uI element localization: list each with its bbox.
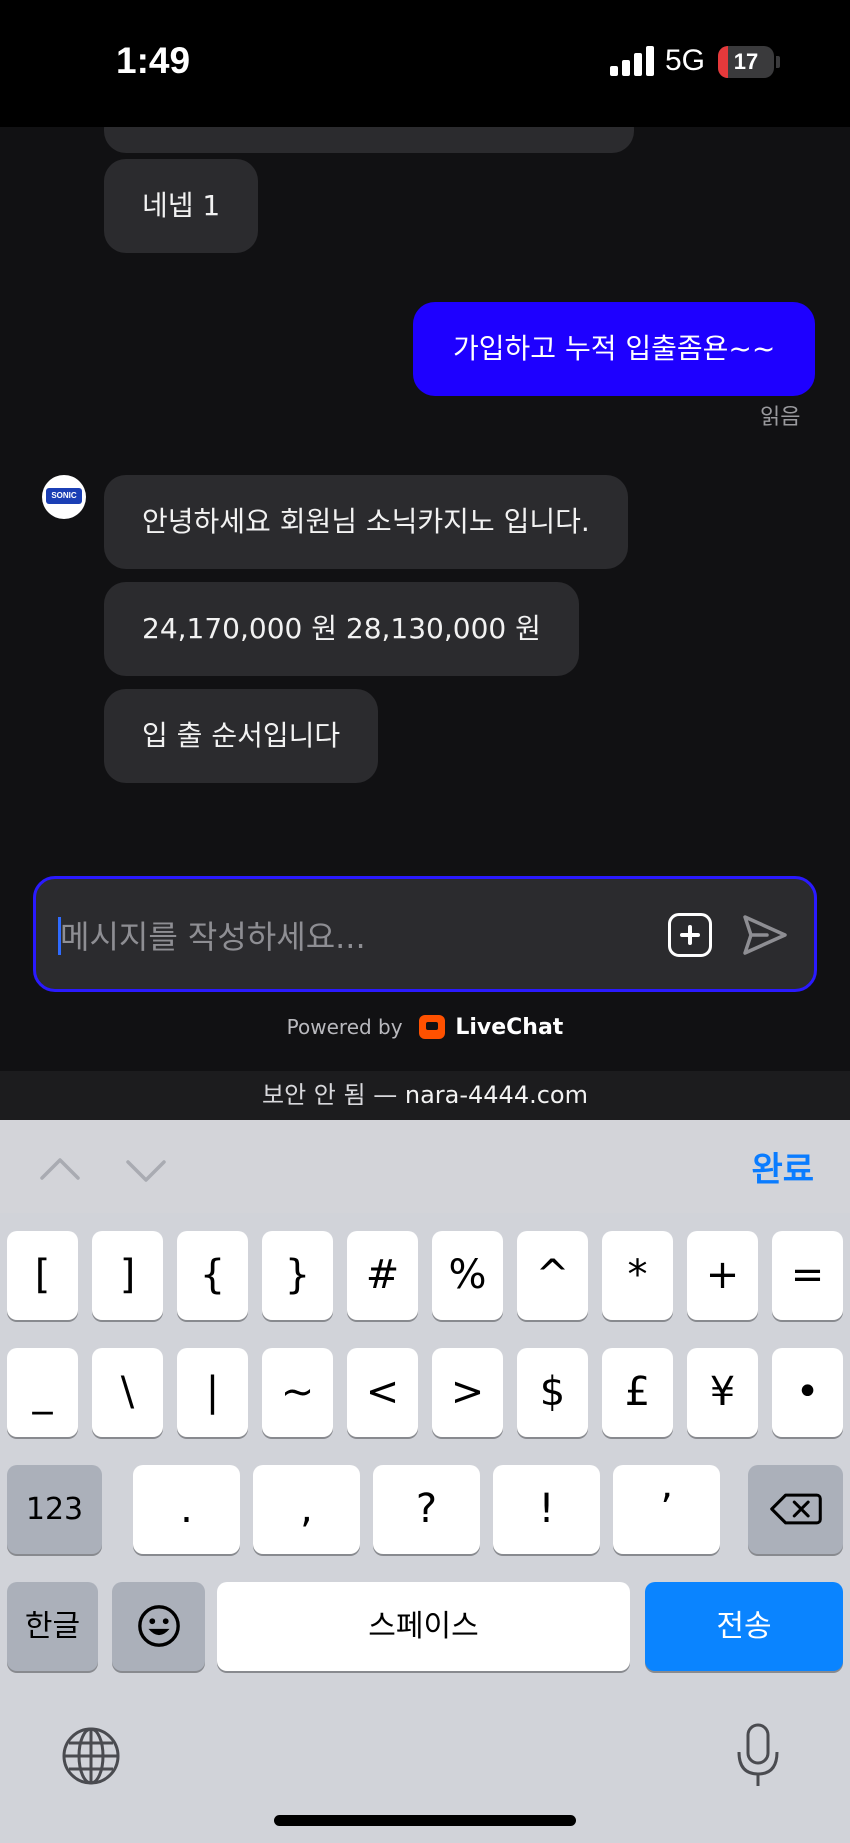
space-key[interactable]: 스페이스 (217, 1582, 630, 1671)
numbers-mode-key[interactable]: 123 (7, 1465, 102, 1554)
agent-message: 입 출 순서입니다 (104, 689, 379, 783)
message-input[interactable]: 메시지를 작성하세요... (33, 876, 817, 992)
status-bar: 1:49 5G 17 (0, 0, 850, 127)
symbol-key-0[interactable]: [ (7, 1231, 78, 1320)
emoji-icon (137, 1605, 180, 1647)
powered-by-label: Powered by (286, 1015, 403, 1039)
livechat-brand[interactable]: LiveChat (455, 1015, 563, 1040)
send-icon[interactable] (741, 911, 789, 959)
symbol-key-3[interactable]: ~ (262, 1348, 333, 1437)
battery-percent: 17 (733, 49, 759, 74)
punctuation-key-3[interactable]: ! (493, 1465, 600, 1554)
symbol-key-7[interactable]: £ (602, 1348, 673, 1437)
agent-message: 24,170,000 원 28,130,000 원 (104, 582, 579, 676)
chat-window[interactable]: 네넵 1 가입하고 누적 입출좀욘~~ 읽음 SONIC 안녕하세요 회원님 소… (0, 127, 850, 1071)
status-time: 1:49 (116, 40, 191, 81)
done-button[interactable]: 완료 (751, 1142, 814, 1191)
chevron-up-icon[interactable] (38, 1148, 82, 1192)
battery-cap (776, 56, 780, 68)
punctuation-key-2[interactable]: ? (373, 1465, 480, 1554)
punctuation-key-4[interactable]: ’ (613, 1465, 720, 1554)
send-key[interactable]: 전송 (645, 1582, 843, 1671)
read-status: 읽음 (760, 405, 801, 430)
cellular-signal-icon (610, 46, 654, 76)
emoji-key[interactable] (112, 1582, 205, 1671)
backspace-key[interactable] (748, 1465, 843, 1554)
symbol-key-9[interactable]: • (772, 1348, 843, 1437)
network-type: 5G (665, 44, 706, 77)
chevron-down-icon[interactable] (124, 1148, 168, 1192)
punctuation-key-1[interactable]: , (253, 1465, 360, 1554)
microphone-icon[interactable] (734, 1722, 782, 1790)
symbol-key-4[interactable]: < (347, 1348, 418, 1437)
avatar-logo: SONIC (46, 488, 82, 504)
symbol-key-9[interactable]: = (772, 1231, 843, 1320)
add-attachment-button[interactable] (668, 913, 712, 957)
text-caret (58, 917, 61, 955)
message-bubble-partial (104, 127, 634, 153)
symbol-key-5[interactable]: % (432, 1231, 503, 1320)
keyboard: []{} #% ^ * + = _ \ | ~ < > $ £ ¥ • 123 .,?!’ 한글 스페이스 … (0, 1213, 850, 1843)
symbol-key-0[interactable]: _ (7, 1348, 78, 1437)
korean-keyboard-key[interactable]: 한글 (7, 1582, 98, 1671)
url-host[interactable]: nara-4444.com (405, 1081, 588, 1109)
agent-avatar: SONIC (42, 475, 86, 519)
symbol-key-6[interactable]: $ (517, 1348, 588, 1437)
symbol-key-3[interactable]: } (262, 1231, 333, 1320)
symbol-key-5[interactable]: > (432, 1348, 503, 1437)
symbol-key-1[interactable]: ] (92, 1231, 163, 1320)
symbol-key-1[interactable]: \ (92, 1348, 163, 1437)
agent-message: 네넵 1 (104, 159, 259, 253)
agent-message: 안녕하세요 회원님 소닉카지노 입니다. (104, 475, 628, 569)
symbol-key-2[interactable]: { (177, 1231, 248, 1320)
livechat-logo-icon (418, 1015, 445, 1039)
symbol-key-4[interactable]: # (347, 1231, 418, 1320)
home-indicator[interactable] (274, 1815, 576, 1826)
url-bar[interactable]: 보안 안 됨 — nara-4444.com (0, 1071, 850, 1120)
symbol-key-2[interactable]: | (177, 1348, 248, 1437)
symbol-key-8[interactable]: + (687, 1231, 758, 1320)
symbol-key-8[interactable]: ¥ (687, 1348, 758, 1437)
punctuation-key-0[interactable]: . (133, 1465, 240, 1554)
security-warning: 보안 안 됨 — (262, 1081, 398, 1109)
powered-by: Powered by LiveChat (0, 1015, 850, 1040)
backspace-icon (769, 1493, 822, 1525)
message-input-placeholder[interactable]: 메시지를 작성하세요... (60, 912, 366, 958)
symbol-key-7[interactable]: * (602, 1231, 673, 1320)
symbol-key-6[interactable]: ^ (517, 1231, 588, 1320)
battery-icon: 17 (718, 46, 774, 78)
keyboard-accessory-bar: 완료 (0, 1120, 850, 1213)
user-message: 가입하고 누적 입출좀욘~~ (413, 302, 816, 396)
globe-icon[interactable] (60, 1725, 122, 1787)
